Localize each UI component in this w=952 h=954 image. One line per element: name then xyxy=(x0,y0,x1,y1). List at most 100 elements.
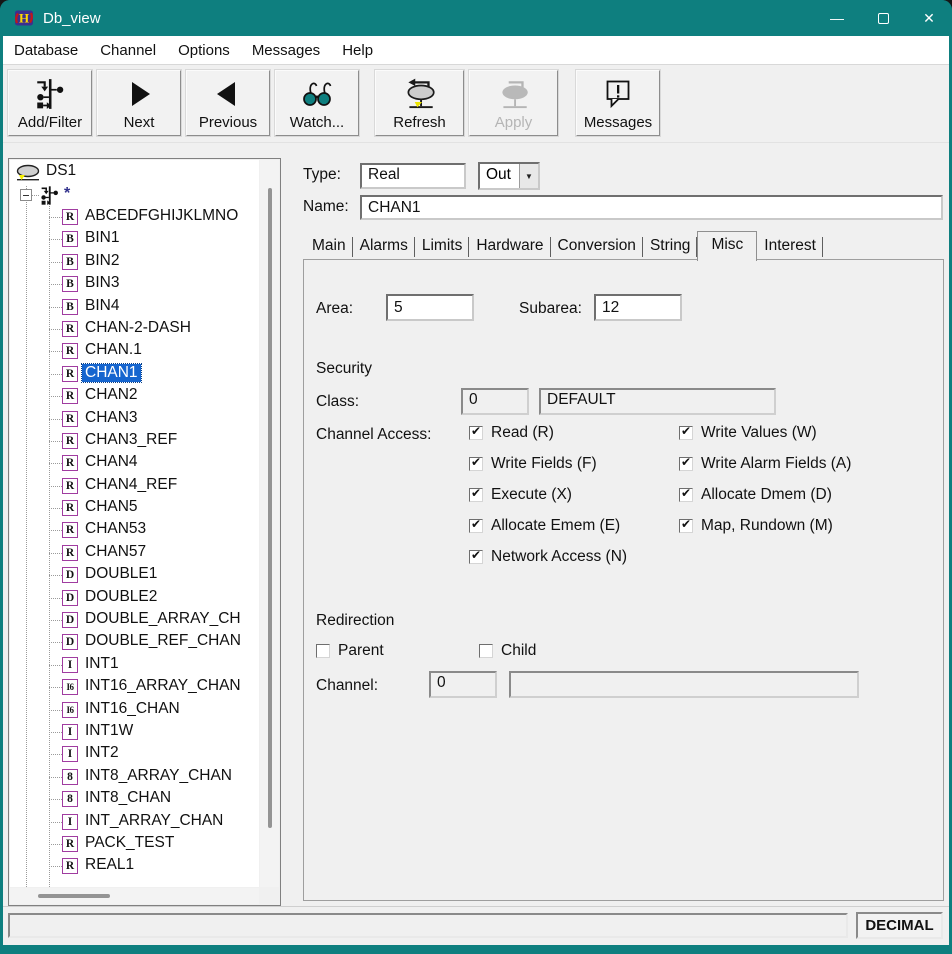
channel-type-icon: R xyxy=(62,545,78,561)
tree-item[interactable]: R PACK_TEST xyxy=(10,833,259,855)
tree-item[interactable]: B BIN2 xyxy=(10,251,259,273)
checkbox-icon xyxy=(679,457,693,471)
tree-filter-node[interactable]: * xyxy=(10,184,259,206)
tree-vertical-scrollbar[interactable] xyxy=(260,160,279,887)
tree-item[interactable]: I INT_ARRAY_CHAN xyxy=(10,811,259,833)
tab-misc[interactable]: Misc xyxy=(697,231,757,261)
collapse-expander-icon[interactable] xyxy=(20,189,32,201)
area-input[interactable] xyxy=(386,294,474,321)
tree-root-node[interactable]: DS1 xyxy=(10,160,259,184)
status-message-field xyxy=(8,913,848,938)
channel-type-icon: I xyxy=(62,814,78,830)
tab-string[interactable]: String xyxy=(643,234,698,260)
next-button[interactable]: Next xyxy=(97,70,181,136)
redirect-channel-name-field xyxy=(509,671,859,698)
chevron-down-icon[interactable]: ▼ xyxy=(519,164,538,188)
menu-options[interactable]: Options xyxy=(167,36,241,64)
access-checkbox[interactable]: Read (R) xyxy=(469,423,627,443)
tree-item[interactable]: R CHAN4_REF xyxy=(10,475,259,497)
menu-channel[interactable]: Channel xyxy=(89,36,167,64)
tree-item[interactable]: I6 INT16_CHAN xyxy=(10,699,259,721)
vertical-scrollbar-thumb[interactable] xyxy=(268,188,272,828)
tree-item[interactable]: I INT1 xyxy=(10,654,259,676)
tree-connector xyxy=(49,866,62,867)
access-checkbox[interactable]: Allocate Dmem (D) xyxy=(679,485,851,505)
tree-item-label: INT8_CHAN xyxy=(85,789,171,807)
access-checkbox[interactable]: Allocate Emem (E) xyxy=(469,516,627,536)
tab-limits[interactable]: Limits xyxy=(415,234,469,260)
tree-item[interactable]: D DOUBLE1 xyxy=(10,564,259,586)
tree-filter-label: * xyxy=(64,185,70,203)
menu-messages[interactable]: Messages xyxy=(241,36,331,64)
filter-icon xyxy=(39,185,60,206)
tab-alarms[interactable]: Alarms xyxy=(353,234,415,260)
menu-database[interactable]: Database xyxy=(3,36,89,64)
tree-item[interactable]: R CHAN3_REF xyxy=(10,430,259,452)
child-checkbox[interactable]: Child xyxy=(479,642,536,660)
horizontal-scrollbar-thumb[interactable] xyxy=(38,894,110,898)
tree-horizontal-scrollbar[interactable] xyxy=(10,888,259,904)
access-checkbox[interactable]: Write Fields (F) xyxy=(469,454,627,474)
tree-connector xyxy=(49,351,62,352)
tree-item[interactable]: 8 INT8_CHAN xyxy=(10,788,259,810)
direction-dropdown[interactable]: Out ▼ xyxy=(478,162,540,190)
refresh-button[interactable]: Refresh xyxy=(375,70,464,136)
tab-hardware[interactable]: Hardware xyxy=(469,234,550,260)
tree-item[interactable]: R CHAN5 xyxy=(10,497,259,519)
tree-item[interactable]: R CHAN2 xyxy=(10,385,259,407)
tree-item[interactable]: D DOUBLE_ARRAY_CH xyxy=(10,609,259,631)
tab-interest[interactable]: Interest xyxy=(757,234,823,260)
checkbox-icon xyxy=(679,519,693,533)
tab-main[interactable]: Main xyxy=(305,234,353,260)
watch-button[interactable]: Watch... xyxy=(275,70,359,136)
tree-item[interactable]: R CHAN.1 xyxy=(10,340,259,362)
access-checkbox[interactable]: Network Access (N) xyxy=(469,547,627,567)
tree-item-label: INT_ARRAY_CHAN xyxy=(85,812,223,830)
tree-item[interactable]: D DOUBLE_REF_CHAN xyxy=(10,631,259,653)
tree-item-label: INT8_ARRAY_CHAN xyxy=(85,767,232,785)
checkbox-label: Allocate Dmem (D) xyxy=(701,486,832,504)
channel-type-icon: I6 xyxy=(62,702,78,718)
tree-item[interactable]: D DOUBLE2 xyxy=(10,587,259,609)
tree-item[interactable]: I INT2 xyxy=(10,743,259,765)
subarea-input[interactable] xyxy=(594,294,682,321)
tree-item-label: BIN1 xyxy=(85,229,119,247)
tree-item[interactable]: B BIN3 xyxy=(10,273,259,295)
apply-button[interactable]: Apply xyxy=(469,70,558,136)
subarea-label: Subarea: xyxy=(519,300,582,318)
maximize-button[interactable] xyxy=(860,0,906,36)
minimize-button[interactable]: — xyxy=(814,0,860,36)
tree-item[interactable]: R CHAN-2-DASH xyxy=(10,318,259,340)
close-button[interactable]: ✕ xyxy=(906,0,952,36)
tree-item[interactable]: I INT1W xyxy=(10,721,259,743)
access-checkbox[interactable]: Map, Rundown (M) xyxy=(679,516,851,536)
tree-item[interactable]: B BIN4 xyxy=(10,296,259,318)
tree-item[interactable]: 8 INT8_ARRAY_CHAN xyxy=(10,766,259,788)
access-checkbox[interactable]: Execute (X) xyxy=(469,485,627,505)
tree-item[interactable]: R CHAN1 xyxy=(10,363,259,385)
tree-connector xyxy=(49,486,62,487)
tree-item-label: CHAN53 xyxy=(85,520,146,538)
tree-item[interactable]: R REAL1 xyxy=(10,855,259,877)
tree-item[interactable]: R CHAN4 xyxy=(10,452,259,474)
tab-conversion[interactable]: Conversion xyxy=(551,234,643,260)
close-icon: ✕ xyxy=(923,10,935,27)
access-checkbox[interactable]: Write Values (W) xyxy=(679,423,851,443)
messages-button[interactable]: Messages xyxy=(576,70,660,136)
checkbox-icon xyxy=(679,426,693,440)
tree-item[interactable]: R CHAN3 xyxy=(10,408,259,430)
menu-bar: Database Channel Options Messages Help xyxy=(3,36,949,64)
tree-item[interactable]: B BIN1 xyxy=(10,228,259,250)
tree-item[interactable]: I6 INT16_ARRAY_CHAN xyxy=(10,676,259,698)
tree-item[interactable]: R CHAN57 xyxy=(10,542,259,564)
menu-help[interactable]: Help xyxy=(331,36,384,64)
access-checkbox[interactable]: Write Alarm Fields (A) xyxy=(679,454,851,474)
tree-item[interactable]: R ABCEDFGHIJKLMNO xyxy=(10,206,259,228)
tree-item[interactable]: R CHAN53 xyxy=(10,519,259,541)
previous-button[interactable]: Previous xyxy=(186,70,270,136)
parent-checkbox[interactable]: Parent xyxy=(316,642,384,660)
channel-tree-panel: DS1 * xyxy=(8,158,281,906)
name-input[interactable] xyxy=(360,195,943,220)
add-filter-button[interactable]: Add/Filter xyxy=(8,70,92,136)
checkbox-label: Write Alarm Fields (A) xyxy=(701,455,851,473)
